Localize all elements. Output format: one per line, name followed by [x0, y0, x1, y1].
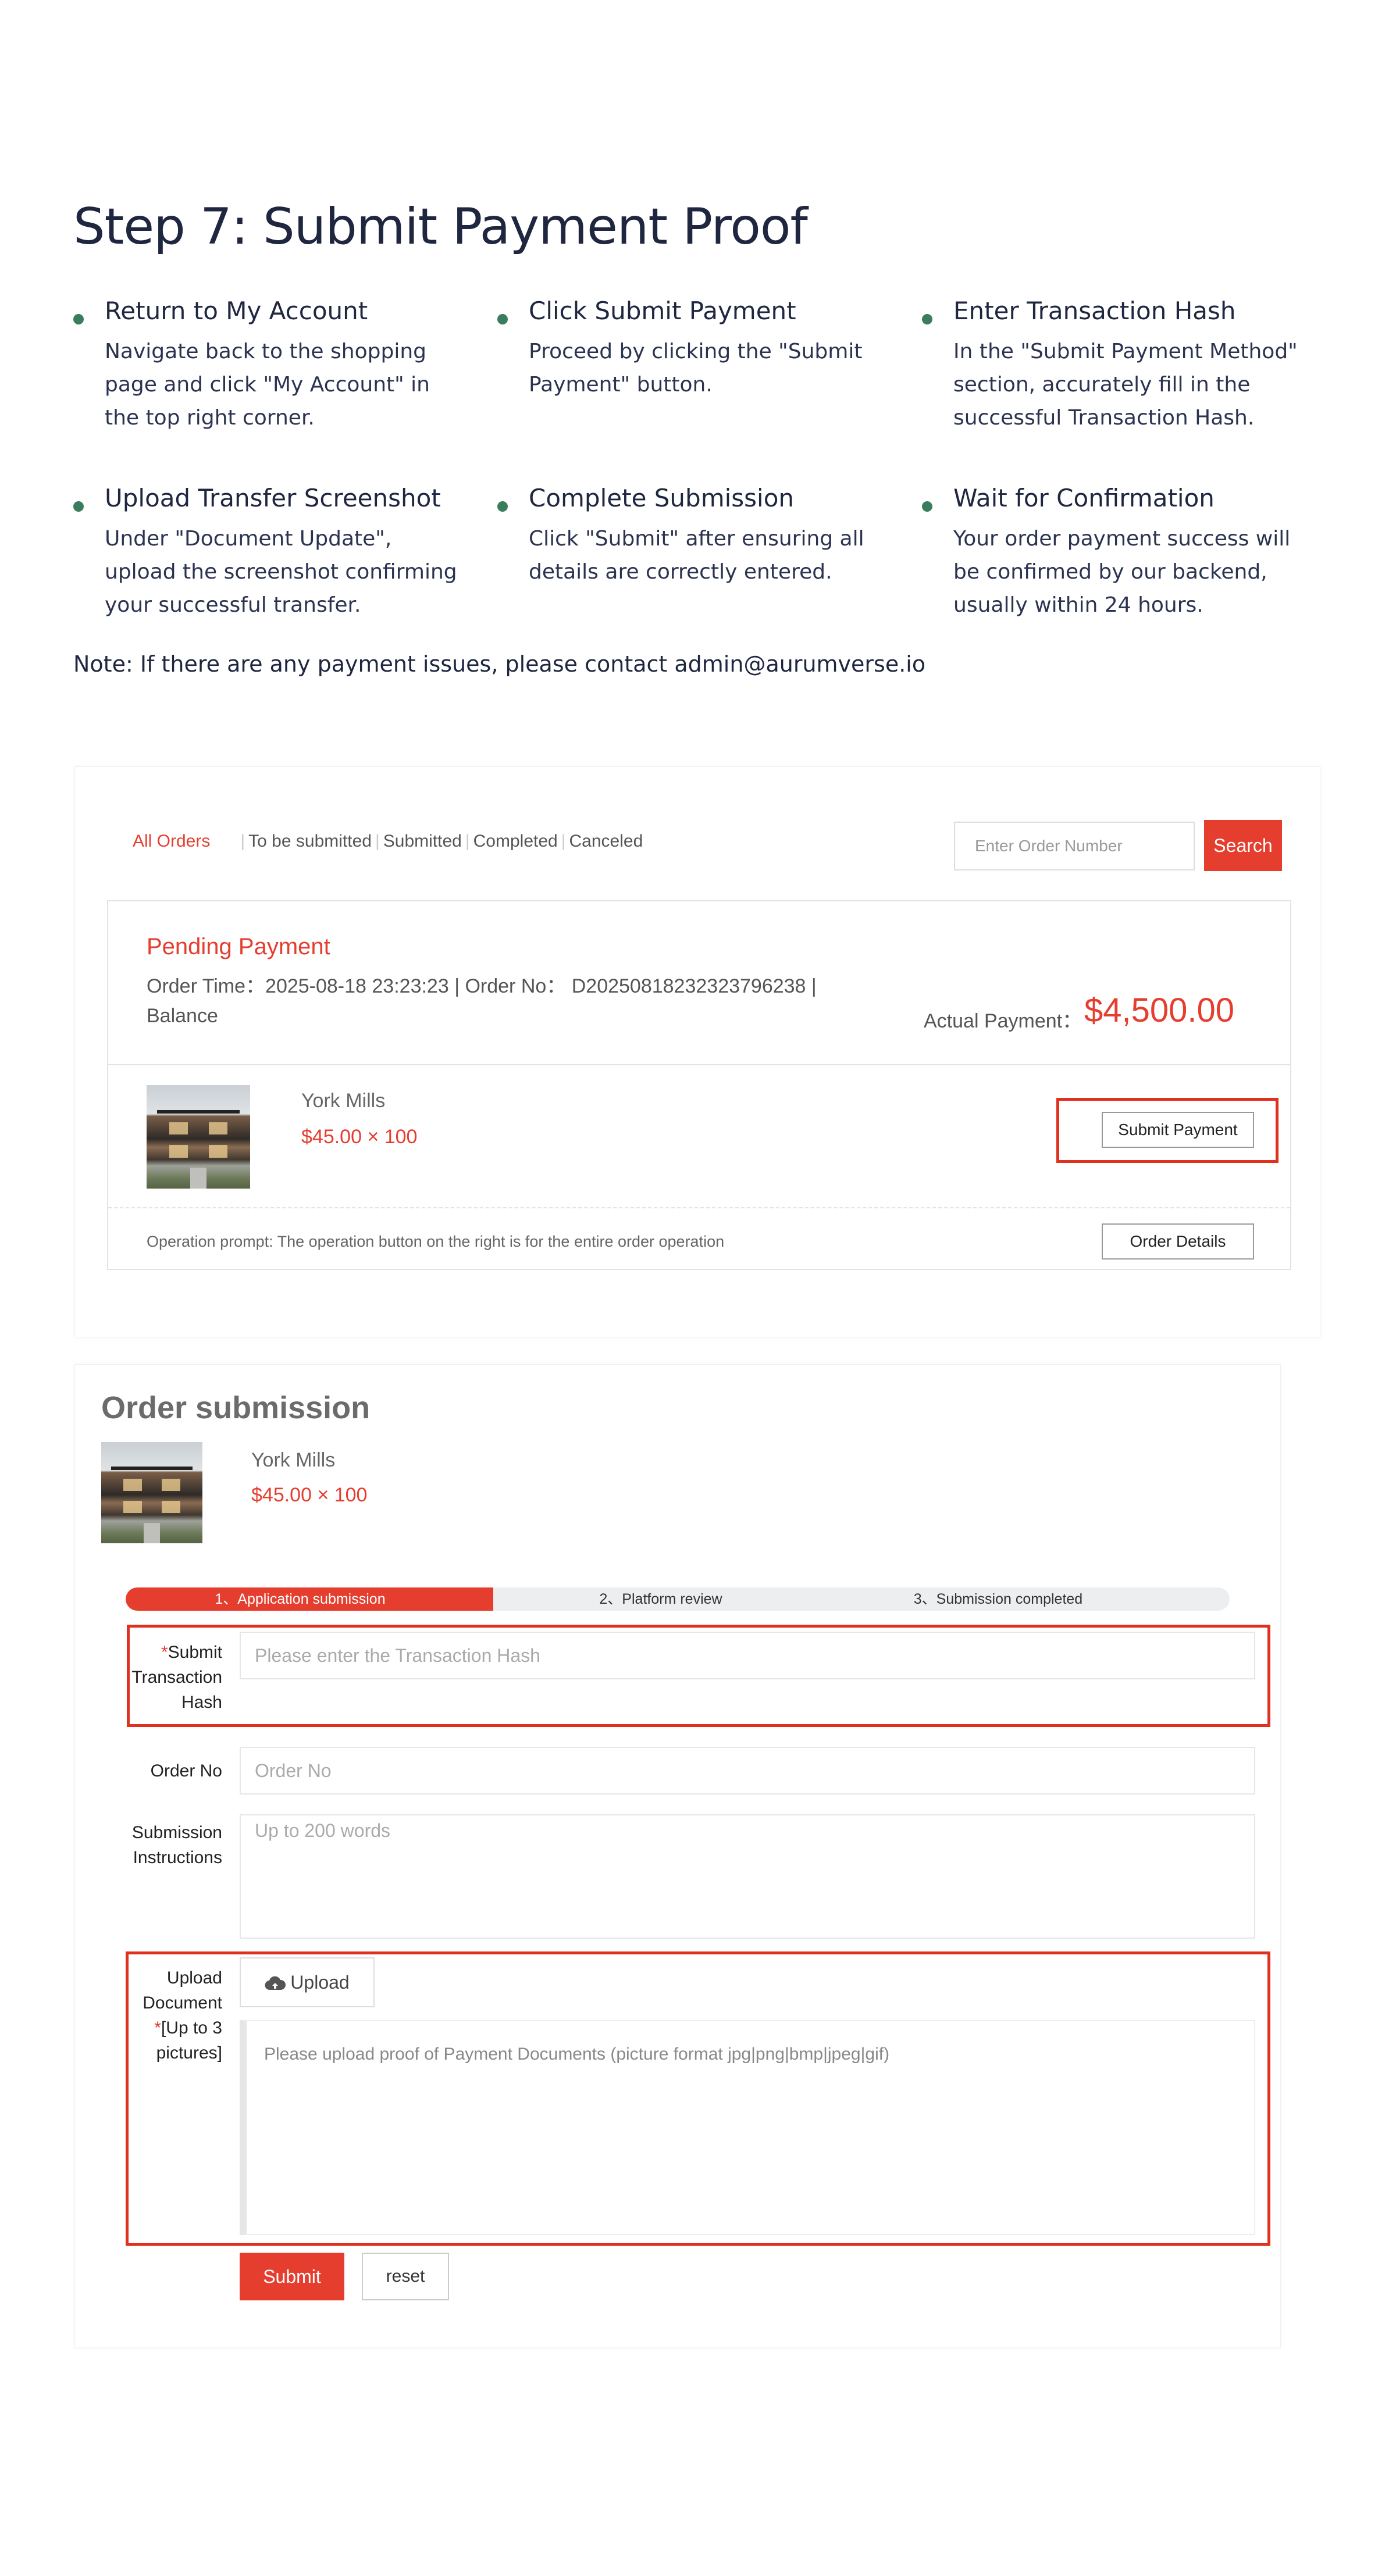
search-button[interactable]: Search: [1204, 820, 1282, 871]
instructions-label: Submission Instructions: [131, 1823, 222, 1867]
page-title: Step 7: Submit Payment Proof: [73, 198, 808, 256]
tab-all-orders[interactable]: All Orders: [133, 832, 210, 851]
cloud-upload-icon: [265, 1976, 286, 1990]
support-note: Note: If there are any payment issues, p…: [73, 651, 926, 677]
divider: [108, 1207, 1290, 1208]
tab-submitted[interactable]: Submitted: [383, 832, 462, 851]
guide-item-text: Click "Submit" after ensuring all detail…: [529, 527, 864, 584]
submission-title: Order submission: [101, 1390, 371, 1425]
divider: [108, 1064, 1290, 1065]
bullet-icon: [922, 314, 932, 324]
step-submission-completed: 3、Submission completed: [913, 1591, 1083, 1607]
tab-canceled[interactable]: Canceled: [569, 832, 643, 851]
order-search-input[interactable]: Enter Order Number: [954, 822, 1195, 870]
reset-button[interactable]: reset: [362, 2253, 449, 2300]
order-tabs: All Orders | To be submitted | Submitted | Com…: [133, 832, 643, 851]
upload-dropzone[interactable]: Please upload proof of Payment Documents…: [240, 2020, 1255, 2235]
order-no-input[interactable]: Order No: [240, 1747, 1255, 1794]
product-name: York Mills: [251, 1449, 336, 1471]
guide-item-text: Navigate back to the shopping page and c…: [105, 340, 430, 430]
bullet-icon: [497, 501, 508, 512]
guide-item-text: In the "Submit Payment Method" section, …: [953, 340, 1298, 430]
operation-prompt: Operation prompt: The operation button o…: [147, 1233, 725, 1250]
product-name: York Mills: [301, 1090, 386, 1112]
hash-label: *Submit Transaction Hash: [131, 1643, 222, 1712]
instructions-textarea[interactable]: Up to 200 words: [240, 1814, 1255, 1939]
submit-payment-button[interactable]: Submit Payment: [1102, 1112, 1254, 1148]
order-details-button[interactable]: Order Details: [1102, 1223, 1254, 1260]
guide-item-text: Under "Document Update", upload the scre…: [105, 527, 457, 617]
order-no-label: Order No: [150, 1761, 222, 1781]
product-image: [147, 1085, 250, 1189]
upload-button[interactable]: Upload: [240, 1957, 375, 2007]
product-image: [101, 1442, 202, 1543]
step-platform-review: 2、Platform review: [599, 1591, 722, 1607]
guide-item-text: Proceed by clicking the "Submit Payment"…: [529, 340, 863, 397]
guide-item-heading: Complete Submission: [529, 484, 795, 512]
guide-item-heading: Return to My Account: [105, 297, 368, 325]
order-meta: Order Time：2025-08-18 23:23:23 | Order N…: [147, 975, 817, 997]
submission-progress: 1、Application submission 2、Platform revi…: [126, 1587, 1230, 1611]
step-application-submission: 1、Application submission: [215, 1591, 386, 1607]
guide-item-heading: Enter Transaction Hash: [953, 297, 1236, 325]
guide-item-heading: Click Submit Payment: [529, 297, 796, 325]
order-status: Pending Payment: [147, 934, 330, 959]
product-price: $45.00 × 100: [301, 1126, 418, 1148]
bullet-icon: [922, 501, 932, 512]
actual-payment-value: $4,500.00: [1084, 991, 1235, 1029]
bullet-icon: [73, 501, 84, 512]
tab-completed[interactable]: Completed: [473, 832, 558, 851]
transaction-hash-input[interactable]: Please enter the Transaction Hash: [240, 1632, 1255, 1679]
guide-item-text: Your order payment success will be confi…: [953, 527, 1291, 617]
bullet-icon: [497, 314, 508, 324]
guide-item-heading: Upload Transfer Screenshot: [105, 484, 441, 512]
actual-payment-label: Actual Payment：: [924, 1010, 1082, 1032]
submit-button[interactable]: Submit: [240, 2253, 344, 2300]
product-price: $45.00 × 100: [251, 1484, 368, 1506]
upload-label: Upload Document *[Up to 3 pictures]: [143, 1968, 222, 2063]
bullet-icon: [73, 314, 84, 324]
tab-to-be-submitted[interactable]: To be submitted: [248, 832, 372, 851]
payment-method: Balance: [147, 1005, 218, 1027]
guide-item-heading: Wait for Confirmation: [953, 484, 1215, 512]
